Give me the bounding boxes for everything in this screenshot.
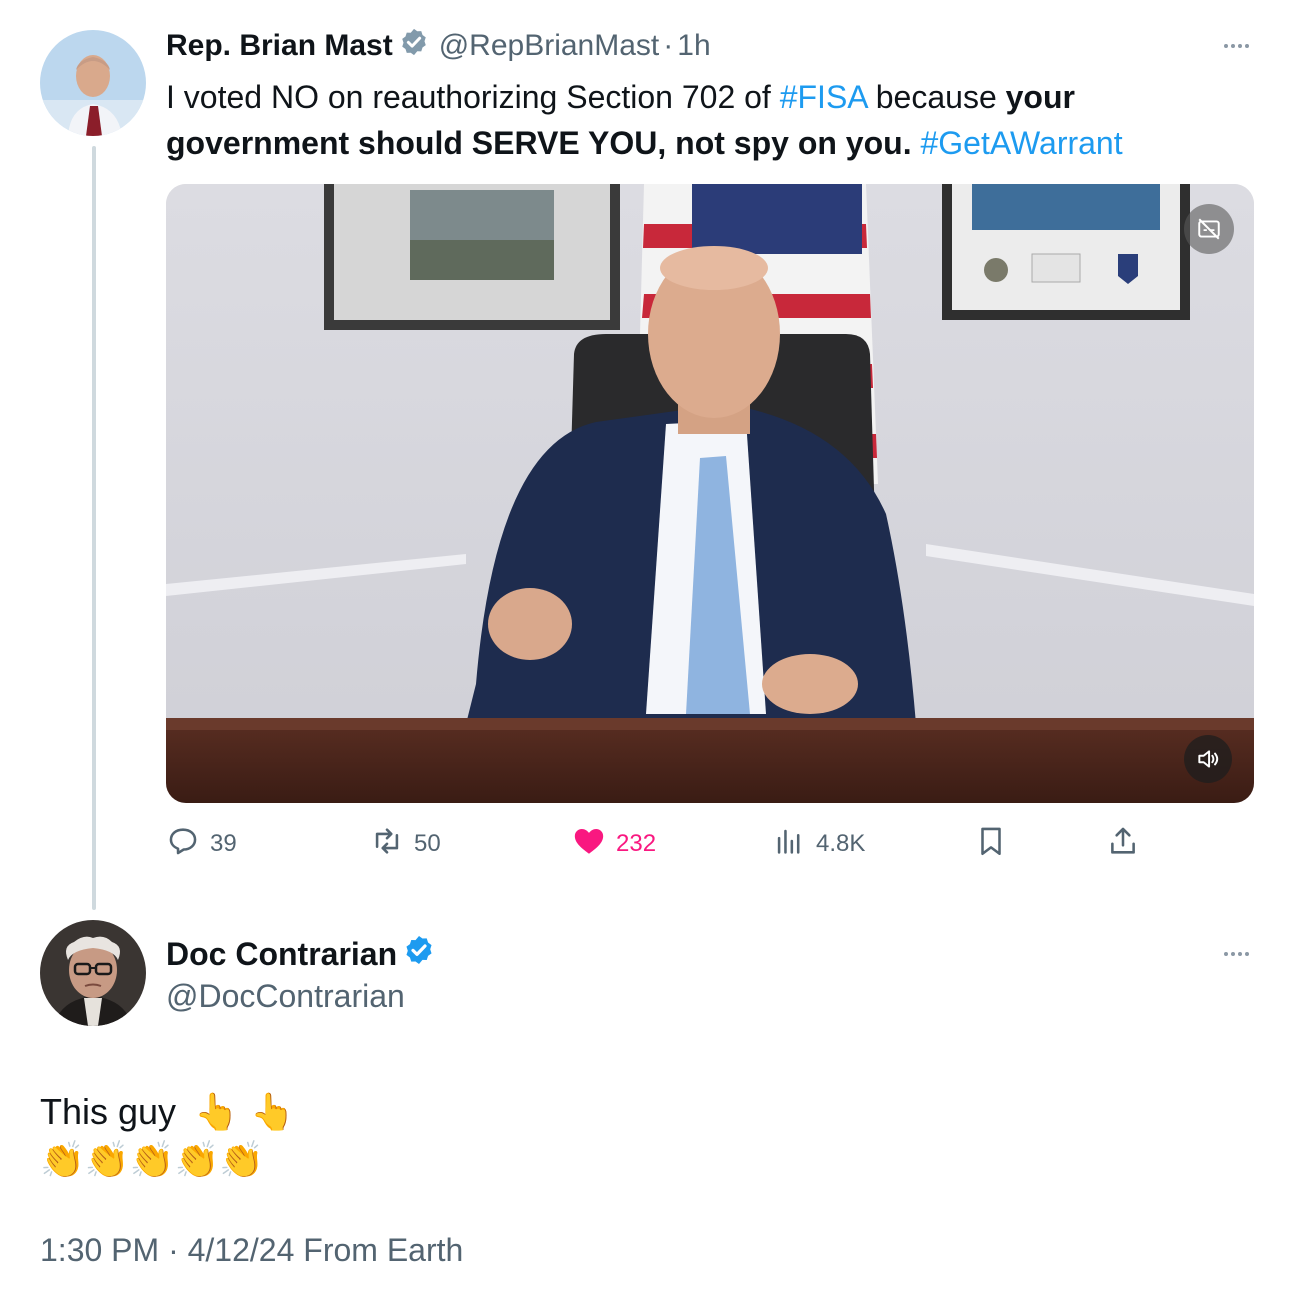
reply-handle-row: @DocContrarian xyxy=(166,976,405,1016)
more-options-icon[interactable] xyxy=(1224,44,1249,48)
volume-icon xyxy=(1195,746,1221,772)
tweet-time[interactable]: 1h xyxy=(677,29,710,63)
avatar-rep-brian-mast[interactable] xyxy=(40,30,146,136)
retweet-button[interactable]: 50 xyxy=(370,822,441,866)
reply-author-name[interactable]: Doc Contrarian xyxy=(166,936,397,973)
tweet-text-part1: I voted NO on reauthorizing Section 702 … xyxy=(166,79,780,115)
bookmark-button[interactable] xyxy=(974,822,1008,866)
views-button[interactable]: 4.8K xyxy=(772,822,865,866)
reply-timestamp[interactable]: 1:30 PM · 4/12/24 From Earth xyxy=(40,1232,463,1269)
reply-count: 39 xyxy=(210,830,237,857)
reply-icon xyxy=(166,824,200,865)
sound-toggle-button[interactable] xyxy=(1184,735,1232,783)
tweet-text: I voted NO on reauthorizing Section 702 … xyxy=(166,74,1246,166)
video-frame xyxy=(166,184,1254,803)
hashtag-fisa[interactable]: #FISA xyxy=(780,79,867,115)
tweet-video[interactable] xyxy=(166,184,1254,803)
dot-separator: · xyxy=(663,29,674,62)
pointing-up-emoji: 👆 👆 xyxy=(194,1092,296,1133)
share-icon xyxy=(1106,824,1140,865)
reply-author-name-row: Doc Contrarian xyxy=(166,934,435,974)
heart-filled-icon xyxy=(572,824,606,865)
captions-toggle-button[interactable] xyxy=(1184,204,1234,254)
clapping-hands-emoji: 👏👏👏👏👏 xyxy=(40,1140,265,1181)
blue-verified-icon[interactable] xyxy=(403,934,435,974)
views-chart-icon xyxy=(772,824,806,865)
retweet-icon xyxy=(370,824,404,865)
views-count: 4.8K xyxy=(816,830,866,857)
tweet-author-row: Rep. Brian Mast @RepBrianMast · 1h xyxy=(166,26,711,66)
retweet-count: 50 xyxy=(414,830,441,857)
bookmark-icon xyxy=(974,824,1008,865)
tweet-action-bar: 39 50 232 4.8K xyxy=(166,822,1254,866)
reply-more-options-icon[interactable] xyxy=(1224,952,1249,956)
hashtag-getawarrant[interactable]: #GetAWarrant xyxy=(920,125,1122,161)
like-button[interactable]: 232 xyxy=(572,822,656,866)
avatar-doc-contrarian[interactable] xyxy=(40,920,146,1026)
share-button[interactable] xyxy=(1106,822,1140,866)
captions-off-icon xyxy=(1196,216,1222,242)
reply-text: This guy 👆 👆 👏👏👏👏👏 xyxy=(40,1088,295,1185)
government-verified-icon[interactable] xyxy=(399,27,429,65)
reply-text-main: This guy xyxy=(40,1091,177,1132)
tweet-text-part2: because xyxy=(866,79,1006,115)
author-name[interactable]: Rep. Brian Mast xyxy=(166,29,393,63)
reply-author-handle[interactable]: @DocContrarian xyxy=(166,978,405,1015)
like-count: 232 xyxy=(616,830,657,857)
author-handle[interactable]: @RepBrianMast xyxy=(439,29,660,63)
reply-button[interactable]: 39 xyxy=(166,822,237,866)
thread-connector-line xyxy=(92,146,96,910)
